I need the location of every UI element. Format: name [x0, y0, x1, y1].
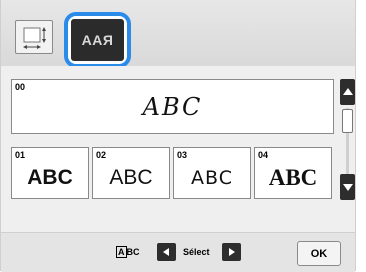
font-style-tab-button[interactable]: AAЯ — [71, 19, 124, 61]
font-sample: ABC — [268, 165, 318, 190]
select-label: Sélect — [183, 247, 210, 257]
ok-button[interactable]: OK — [297, 241, 341, 266]
font-option-03[interactable]: 03 ABC — [173, 147, 251, 199]
layout-tab-button[interactable] — [15, 20, 53, 54]
arrow-up-icon — [343, 88, 353, 95]
arrow-down-icon — [343, 184, 353, 191]
bottom-bar: A BC Sélect OK — [1, 232, 355, 272]
top-tab-bar: AAЯ — [1, 0, 355, 68]
font-option-04[interactable]: 04 ABC — [254, 147, 332, 199]
font-selection-area: 00 ABC 01 ABC 02 ABC 03 ABC 04 ABC — [1, 66, 355, 232]
scroll-down-button[interactable] — [340, 174, 355, 200]
arrow-left-icon — [163, 248, 169, 256]
font-preview-00[interactable]: 00 ABC — [11, 79, 334, 134]
character-font-panel: AAЯ 00 ABC 01 ABC 02 ABC 03 ABC 04 ABC A… — [0, 0, 356, 272]
arrow-right-icon — [229, 248, 235, 256]
font-sample: ABC — [109, 166, 153, 189]
font-style-icon: AAЯ — [81, 32, 114, 48]
layout-resize-icon — [23, 27, 46, 49]
font-sample: ABC — [191, 167, 233, 189]
case-indicator-rest: BC — [126, 247, 140, 257]
case-indicator: A BC — [116, 246, 140, 258]
scrollbar-thumb[interactable] — [342, 109, 353, 133]
select-previous-button[interactable] — [157, 243, 176, 261]
font-list: 01 ABC 02 ABC 03 ABC 04 ABC — [11, 147, 334, 199]
font-sample-script: ABC — [142, 92, 203, 121]
scroll-up-button[interactable] — [340, 79, 355, 105]
select-next-button[interactable] — [222, 243, 241, 261]
font-option-01[interactable]: 01 ABC — [11, 147, 89, 199]
case-indicator-boxed: A — [116, 246, 127, 258]
font-option-02[interactable]: 02 ABC — [92, 147, 170, 199]
font-sample: ABC — [27, 166, 73, 189]
